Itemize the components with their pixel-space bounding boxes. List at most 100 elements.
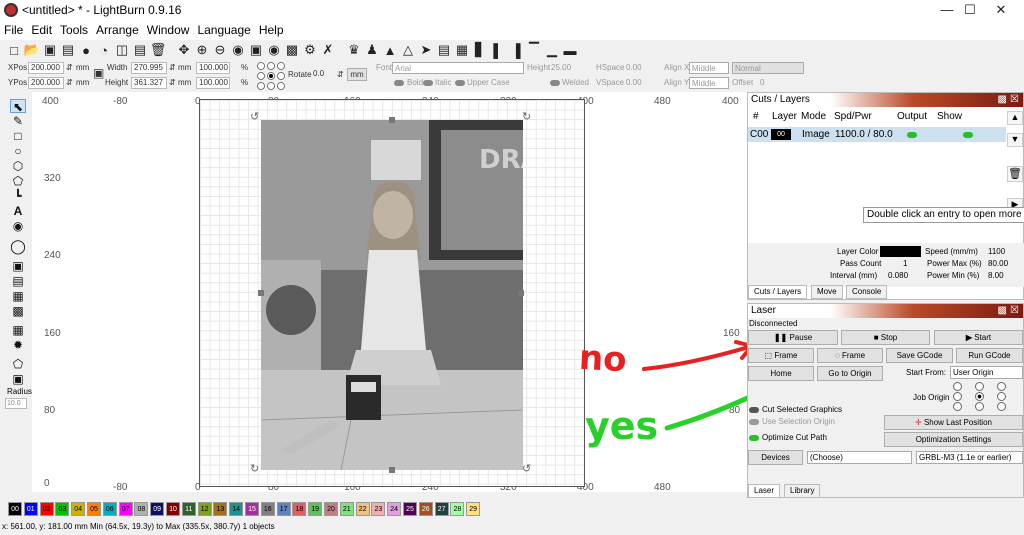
user-icon[interactable]: ♟ (364, 42, 380, 58)
polygon-icon[interactable]: ⬡ (10, 159, 26, 173)
frame-circle-button[interactable]: ◌ Frame (817, 348, 883, 363)
path-icon[interactable]: ⬠ (10, 174, 26, 188)
upper-case-toggle[interactable] (455, 80, 465, 86)
ypos-spin[interactable]: ⇵ (66, 77, 73, 89)
controller-select[interactable]: GRBL-M3 (1.1e or earlier) (916, 451, 1023, 464)
resize-handle[interactable] (389, 117, 395, 123)
show-toggle[interactable] (963, 132, 973, 138)
origin-radio[interactable] (953, 402, 962, 411)
origin-radio[interactable] (997, 402, 1006, 411)
italic-toggle[interactable] (423, 80, 433, 86)
distribute-icon[interactable]: ▦ (454, 42, 470, 58)
color-swatch-18[interactable]: 18 (292, 502, 307, 516)
menu-file[interactable]: File (4, 23, 23, 37)
zoom-frame-icon[interactable]: ◉ (230, 42, 246, 58)
hspace-field[interactable]: 0.00 (626, 62, 642, 74)
offset-field[interactable]: 0 (760, 77, 764, 89)
color-swatch-27[interactable]: 27 (434, 502, 449, 516)
mirror-icon[interactable]: △ (400, 42, 416, 58)
color-swatch-04[interactable]: 04 (71, 502, 86, 516)
align-bottom-icon[interactable]: ▁ (544, 42, 560, 58)
rotate-handle-icon[interactable]: ↻ (522, 110, 531, 123)
origin-radio[interactable] (997, 392, 1006, 401)
color-swatch-29[interactable]: 29 (466, 502, 481, 516)
move-icon[interactable]: ✥ (176, 42, 192, 58)
rectangle-icon[interactable]: □ (10, 129, 26, 143)
menu-window[interactable]: Window (147, 23, 190, 37)
menu-edit[interactable]: Edit (31, 23, 52, 37)
power-min-field[interactable]: 8.00 (988, 271, 1004, 280)
position-icon[interactable]: ◉ (10, 219, 26, 233)
text-height-field[interactable]: 25.00 (551, 62, 571, 74)
stop-button[interactable]: ■ Stop (841, 330, 930, 345)
tab-library[interactable]: Library (784, 484, 821, 498)
go-to-origin-button[interactable]: Go to Origin (817, 366, 883, 381)
origin-radio[interactable] (953, 392, 962, 401)
ellipse-icon[interactable]: ○ (10, 144, 26, 158)
use-selection-origin-toggle[interactable] (749, 419, 759, 425)
width-spin[interactable]: ⇵ (169, 62, 176, 74)
new-file-icon[interactable]: □ (6, 42, 22, 58)
align-icon[interactable]: ▤ (436, 42, 452, 58)
align-left-icon[interactable]: ▋ (472, 42, 488, 58)
flip-icon[interactable]: ▲ (382, 42, 398, 58)
color-swatch-01[interactable]: 01 (23, 502, 38, 516)
color-swatch-02[interactable]: 02 (39, 502, 54, 516)
color-swatch-14[interactable]: 14 (229, 502, 244, 516)
layer-row[interactable]: C00 00 Image 1100.0 / 80.0 (748, 127, 1006, 142)
pass-count-field[interactable]: 1 (903, 259, 907, 268)
color-swatch-23[interactable]: 23 (371, 502, 386, 516)
vspace-field[interactable]: 0.00 (626, 77, 642, 89)
scale-height-field[interactable]: 100.000 (196, 77, 230, 89)
optimization-settings-button[interactable]: Optimization Settings (884, 432, 1023, 447)
delete-layer-icon[interactable]: 🗑 (1007, 166, 1023, 182)
auto-join-icon[interactable]: ▣ (10, 372, 26, 386)
color-swatch-25[interactable]: 25 (403, 502, 417, 516)
color-swatch-15[interactable]: 15 (245, 502, 259, 516)
start-from-select[interactable]: User Origin (950, 366, 1023, 379)
open-file-icon[interactable]: 📂 (24, 42, 40, 58)
menu-arrange[interactable]: Arrange (96, 23, 139, 37)
xpos-spin[interactable]: ⇵ (66, 62, 73, 74)
rotate-spin[interactable]: ⇵ (337, 69, 344, 81)
frame-rect-button[interactable]: ⬚ Frame (748, 348, 814, 363)
color-swatch-19[interactable]: 19 (308, 502, 323, 516)
start-button[interactable]: ▶ Start (934, 330, 1023, 345)
interval-field[interactable]: 0.080 (888, 271, 908, 280)
edit-nodes-icon[interactable]: ✎ (10, 114, 26, 128)
run-gcode-button[interactable]: Run GCode (956, 348, 1023, 363)
color-swatch-20[interactable]: 20 (324, 502, 338, 516)
zoom-in-icon[interactable]: ⊕ (194, 42, 210, 58)
save-gcode-button[interactable]: Save GCode (886, 348, 953, 363)
height-field[interactable]: 361.327 (131, 77, 167, 89)
boolean-intersect-icon[interactable]: ▦ (10, 289, 26, 303)
resize-handle[interactable] (518, 290, 524, 296)
color-swatch-09[interactable]: 09 (150, 502, 165, 516)
origin-radio[interactable] (997, 382, 1006, 391)
delete-icon[interactable]: 🗑 (150, 42, 167, 58)
align-right-icon[interactable]: ▐ (508, 42, 524, 58)
rotate-field[interactable]: 0.0 (311, 69, 337, 81)
rotate-handle-icon[interactable]: ↺ (522, 462, 531, 475)
tab-console[interactable]: Console (846, 285, 888, 299)
break-apart-icon[interactable]: ⬠ (10, 357, 26, 371)
tools-icon[interactable]: ✗ (320, 42, 336, 58)
layer-color-swatch[interactable] (880, 246, 921, 257)
menu-help[interactable]: Help (259, 23, 284, 37)
save-as-icon[interactable]: ▤ (60, 42, 76, 58)
align-middle-icon[interactable]: ▬ (562, 42, 578, 58)
radius-field[interactable]: 10.0 (5, 398, 27, 409)
send-icon[interactable]: ➤ (418, 42, 434, 58)
devices-button[interactable]: Devices (748, 450, 803, 465)
show-last-position-button[interactable]: ✛ Show Last Position (884, 415, 1023, 430)
menu-language[interactable]: Language (197, 23, 250, 37)
copy-icon[interactable]: ◫ (114, 42, 130, 58)
panel-close-icon[interactable]: ☒ (1010, 304, 1019, 318)
pause-button[interactable]: ❚❚ Pause (748, 330, 838, 345)
color-swatch-11[interactable]: 11 (181, 502, 196, 516)
rotate-handle-icon[interactable]: ↻ (250, 462, 259, 475)
origin-radio-selected[interactable] (975, 392, 984, 401)
boolean-subtract-icon[interactable]: ▤ (10, 274, 26, 288)
color-swatch-17[interactable]: 17 (276, 502, 291, 516)
circular-array-icon[interactable]: ✹ (10, 338, 26, 352)
